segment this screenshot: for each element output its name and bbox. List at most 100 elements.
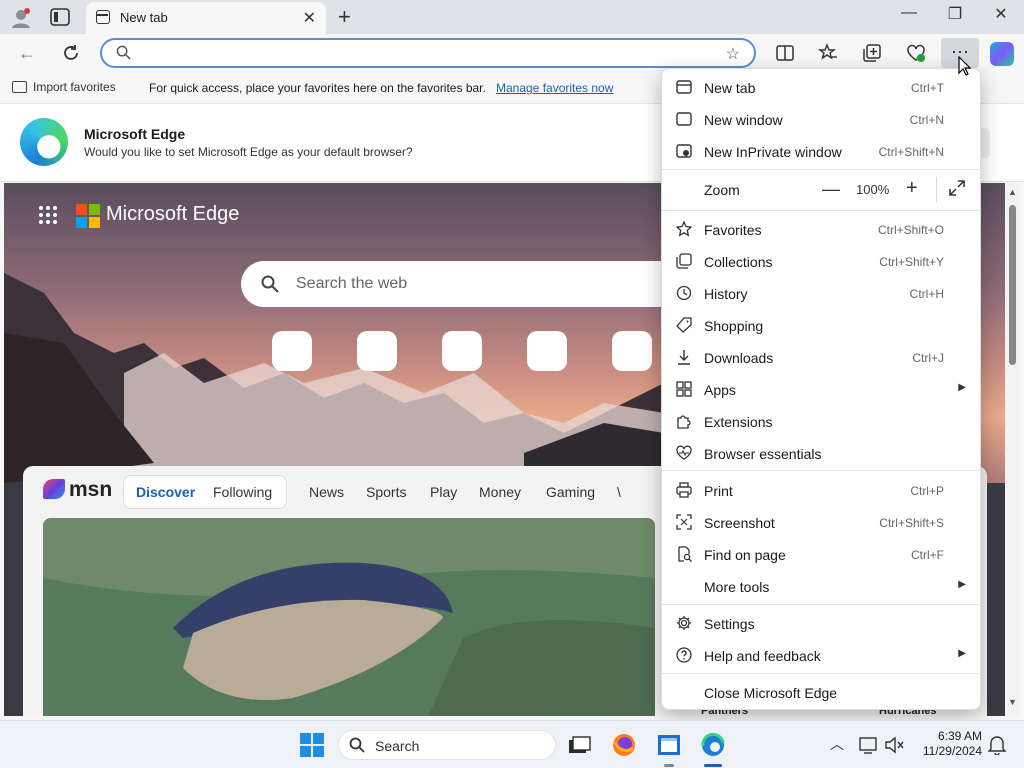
menu-item-close-edge[interactable]: Close Microsoft Edge (662, 676, 980, 708)
scroll-down-icon[interactable]: ▼ (1008, 697, 1017, 707)
file-explorer-icon[interactable] (656, 732, 682, 758)
menu-item-apps[interactable]: Apps ▶ (662, 373, 980, 405)
menu-item-find-on-page[interactable]: Find on page Ctrl+F (662, 538, 980, 570)
address-bar[interactable]: ☆ (100, 38, 756, 68)
menu-item-history[interactable]: History Ctrl+H (662, 277, 980, 309)
tag-icon (676, 317, 692, 333)
restore-button[interactable]: ❐ (932, 4, 978, 24)
nav-sports[interactable]: Sports (366, 484, 406, 500)
download-icon (678, 350, 690, 365)
new-tab-button[interactable]: + (338, 4, 351, 30)
windows-start-icon[interactable] (300, 733, 324, 757)
menu-shortcut: Ctrl+Shift+Y (879, 255, 944, 269)
menu-item-print[interactable]: Print Ctrl+P (662, 474, 980, 506)
quick-link-tile[interactable] (612, 331, 652, 371)
app-launcher-icon[interactable] (38, 205, 58, 225)
edge-taskbar-icon[interactable] (700, 732, 726, 758)
quick-link-tile[interactable] (357, 331, 397, 371)
manage-favorites-link[interactable]: Manage favorites now (496, 81, 613, 95)
edge-logo (20, 118, 68, 166)
menu-item-help-and-feedback[interactable]: Help and feedback ▶ (662, 639, 980, 671)
show-hidden-icons-chevron-icon[interactable]: ︿ (830, 734, 844, 754)
collections-icon[interactable] (862, 43, 882, 63)
fullscreen-icon[interactable] (948, 179, 966, 197)
split-screen-icon[interactable] (775, 43, 795, 63)
tab-actions-icon[interactable] (50, 8, 70, 26)
task-view-icon[interactable] (566, 732, 592, 758)
zoom-in-button[interactable]: + (906, 177, 918, 200)
submenu-arrow-icon: ▶ (958, 382, 966, 393)
network-icon[interactable] (858, 735, 880, 755)
msn-logo-text: msn (69, 478, 113, 501)
puzzle-icon (677, 415, 691, 429)
nav-play[interactable]: Play (430, 484, 457, 500)
menu-item-shopping[interactable]: Shopping (662, 309, 980, 341)
nav-more[interactable]: \ (617, 484, 621, 500)
nav-discover[interactable]: Discover (136, 484, 195, 500)
quick-link-tile[interactable] (272, 331, 312, 371)
web-search-box[interactable]: Search the web (241, 261, 681, 307)
close-tab-icon[interactable]: ✕ (303, 8, 316, 28)
address-input[interactable] (148, 43, 708, 63)
window-icon (676, 112, 692, 126)
profile-icon[interactable] (10, 7, 32, 29)
menu-label: Settings (704, 616, 755, 632)
menu-item-new-window[interactable]: New window Ctrl+N (662, 103, 980, 135)
zoom-level: 100% (856, 182, 890, 197)
volume-muted-icon[interactable] (884, 735, 906, 755)
menu-item-new-tab[interactable]: New tab Ctrl+T (662, 71, 980, 103)
taskbar-search-box[interactable]: Search (338, 730, 556, 760)
new-tab-page-icon (96, 10, 110, 24)
menu-separator (662, 210, 980, 211)
favorites-icon[interactable] (818, 43, 838, 63)
menu-item-browser-essentials[interactable]: Browser essentials (662, 437, 980, 469)
msn-logo[interactable]: msn (43, 478, 112, 502)
news-hero-image[interactable] (43, 518, 655, 716)
menu-item-screenshot[interactable]: Screenshot Ctrl+Shift+S (662, 506, 980, 538)
firefox-icon[interactable] (611, 732, 637, 758)
submenu-arrow-icon: ▶ (958, 579, 966, 590)
add-favorite-star-icon[interactable]: ☆ (726, 44, 740, 64)
menu-item-new-inprivate-window[interactable]: New InPrivate window Ctrl+Shift+N (662, 135, 980, 167)
taskbar: Search ︿ 6:39 AM 11/29/2024 (0, 720, 1024, 768)
banner-subtitle: Would you like to set Microsoft Edge as … (84, 145, 413, 159)
tab-new-tab[interactable]: New tab ✕ (86, 2, 326, 34)
minimize-button[interactable]: — (886, 4, 932, 22)
history-icon (676, 285, 692, 301)
menu-separator (662, 604, 980, 605)
nav-news[interactable]: News (309, 484, 344, 500)
menu-label: Favorites (704, 222, 762, 238)
scroll-up-icon[interactable]: ▲ (1008, 187, 1017, 197)
heart-pulse-icon (676, 445, 692, 460)
menu-item-extensions[interactable]: Extensions (662, 405, 980, 437)
close-window-button[interactable]: ✕ (978, 4, 1024, 24)
menu-shortcut: Ctrl+Shift+O (877, 223, 944, 237)
quick-link-tile[interactable] (527, 331, 567, 371)
gear-icon (677, 616, 691, 630)
tab-title: New tab (120, 10, 168, 25)
banner-title: Microsoft Edge (84, 126, 186, 142)
menu-item-downloads[interactable]: Downloads Ctrl+J (662, 341, 980, 373)
notification-bell-icon[interactable] (988, 735, 1006, 755)
scrollbar-thumb[interactable] (1009, 205, 1016, 365)
menu-item-favorites[interactable]: Favorites Ctrl+Shift+O (662, 213, 980, 245)
refresh-icon[interactable] (62, 44, 80, 62)
zoom-out-button[interactable]: — (822, 179, 840, 200)
browser-essentials-icon[interactable] (906, 43, 926, 63)
search-placeholder: Search the web (296, 275, 408, 292)
clock-date: 11/29/2024 (922, 744, 982, 758)
menu-label: Screenshot (704, 515, 775, 531)
back-arrow-icon[interactable]: ← (18, 43, 36, 64)
nav-gaming[interactable]: Gaming (546, 484, 595, 500)
page-scrollbar[interactable]: ▲ ▼ (1005, 183, 1020, 716)
quick-link-tile[interactable] (442, 331, 482, 371)
import-favorites-button[interactable]: Import favorites (12, 80, 116, 94)
copilot-icon[interactable] (990, 42, 1014, 66)
menu-label: More tools (704, 579, 770, 595)
menu-item-more-tools[interactable]: More tools ▶ (662, 570, 980, 602)
nav-following[interactable]: Following (213, 484, 272, 500)
menu-item-settings[interactable]: Settings (662, 607, 980, 639)
nav-money[interactable]: Money (479, 484, 521, 500)
menu-item-collections[interactable]: Collections Ctrl+Shift+Y (662, 245, 980, 277)
system-clock[interactable]: 6:39 AM 11/29/2024 (912, 729, 982, 759)
